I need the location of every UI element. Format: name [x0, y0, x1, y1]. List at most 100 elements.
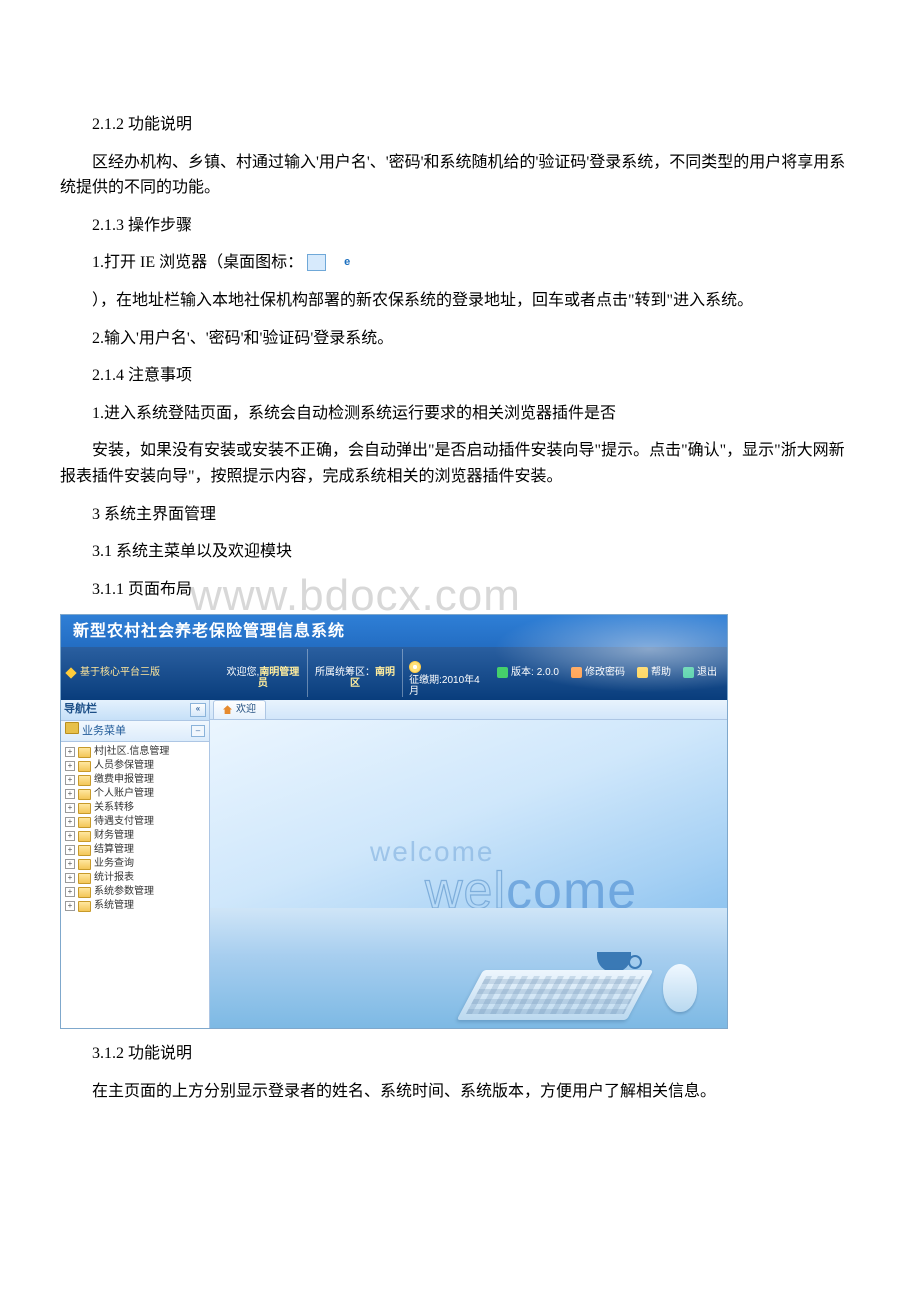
folder-icon: [78, 859, 91, 870]
change-password-button[interactable]: 修改密码: [567, 665, 629, 681]
clock-icon: [409, 661, 421, 673]
section-214-line2: 安装，如果没有安装或安装不正确，会自动弹出"是否启动插件安装向导"提示。点击"确…: [60, 438, 860, 489]
desk-graphic: [210, 908, 727, 1028]
welcome-user: 欢迎您,南明管理员: [221, 656, 305, 689]
expand-icon[interactable]: +: [65, 761, 75, 771]
folder-icon: [78, 873, 91, 884]
tree-item[interactable]: + 个人账户管理: [63, 787, 207, 801]
keyboard-graphic: [457, 970, 654, 1020]
tree-item[interactable]: + 村|社区.信息管理: [63, 745, 207, 759]
help-button[interactable]: 帮助: [633, 665, 675, 681]
tree-item[interactable]: + 系统管理: [63, 899, 207, 913]
folder-icon: [78, 747, 91, 758]
app-title: 新型农村社会养老保险管理信息系统: [61, 615, 727, 647]
expand-icon[interactable]: +: [65, 859, 75, 869]
home-icon: [223, 705, 232, 714]
nav-title: 导航栏: [64, 701, 97, 719]
region-label: 所属统筹区：: [315, 667, 375, 678]
folder-icon: [78, 887, 91, 898]
app-header: 新型农村社会养老保险管理信息系统 基于核心平台三版 欢迎您,南明管理员 所属统筹…: [61, 615, 727, 700]
section-212-title: 2.1.2 功能说明: [60, 112, 860, 138]
section-312-title: 3.1.2 功能说明: [60, 1041, 860, 1067]
folder-icon: [78, 901, 91, 912]
section-312-body: 在主页面的上方分别显示登录者的姓名、系统时间、系统版本，方便用户了解相关信息。: [60, 1079, 860, 1105]
tree-item[interactable]: + 系统参数管理: [63, 885, 207, 899]
folder-icon: [78, 817, 91, 828]
app-body: 导航栏 « 业务菜单 – +村|社区.信息管理+人员参保管理+缴费申报管理+个人…: [61, 700, 727, 1028]
password-icon: [571, 667, 582, 678]
version-value: 2.0.0: [537, 665, 559, 681]
period-label: 征缴期:: [409, 675, 442, 686]
tree-item[interactable]: + 待遇支付管理: [63, 815, 207, 829]
expand-icon[interactable]: +: [65, 789, 75, 799]
subtitle-text: 基于核心平台三版: [80, 665, 160, 681]
section-311-title: 3.1.1 页面布局: [60, 577, 860, 603]
minimize-menu-button[interactable]: –: [191, 725, 205, 737]
expand-icon[interactable]: +: [65, 817, 75, 827]
marker-icon: [65, 667, 76, 678]
sidebar-header: 导航栏 «: [61, 700, 209, 721]
tree-item-label: 统计报表: [94, 871, 134, 885]
tab-welcome-label: 欢迎: [236, 702, 256, 718]
tree-item[interactable]: + 业务查询: [63, 857, 207, 871]
section-3-title: 3 系统主界面管理: [60, 502, 860, 528]
cup-graphic: [597, 952, 631, 972]
expand-icon[interactable]: +: [65, 887, 75, 897]
section-212-body: 区经办机构、乡镇、村通过输入'用户名'、'密码'和系统随机给的'验证码'登录系统…: [60, 150, 860, 201]
tree-item[interactable]: + 人员参保管理: [63, 759, 207, 773]
sidebar: 导航栏 « 业务菜单 – +村|社区.信息管理+人员参保管理+缴费申报管理+个人…: [61, 700, 210, 1028]
version-indicator: 版本:2.0.0: [493, 665, 563, 681]
expand-icon[interactable]: +: [65, 873, 75, 883]
tree-item-label: 系统管理: [94, 899, 134, 913]
welcome-prefix: 欢迎您,: [227, 667, 260, 678]
section-213-title: 2.1.3 操作步骤: [60, 213, 860, 239]
folder-icon: [78, 761, 91, 772]
mouse-graphic: [663, 964, 697, 1012]
toolbar: 版本:2.0.0 修改密码 帮助 退出: [493, 665, 721, 681]
exit-button[interactable]: 退出: [679, 665, 721, 681]
section-214-title: 2.1.4 注意事项: [60, 363, 860, 389]
main-area: 欢迎 welcome welcome welcome: [210, 700, 727, 1028]
expand-icon[interactable]: +: [65, 901, 75, 911]
tree-item[interactable]: +缴费申报管理: [63, 773, 207, 787]
version-label: 版本:: [511, 665, 534, 681]
tree-item[interactable]: +结算管理: [63, 843, 207, 857]
exit-icon: [683, 667, 694, 678]
tab-bar: 欢迎: [210, 700, 727, 720]
help-icon: [637, 667, 648, 678]
tree-item-label: 个人账户管理: [94, 787, 154, 801]
tree-item-label: 业务查询: [94, 857, 134, 871]
tree-item-label: 村|社区.信息管理: [94, 745, 169, 759]
folder-icon: [78, 775, 91, 786]
expand-icon[interactable]: +: [65, 775, 75, 785]
tree-item[interactable]: + 财务管理: [63, 829, 207, 843]
tree-item-label: 系统参数管理: [94, 885, 154, 899]
app-subtitle: 基于核心平台三版: [67, 665, 215, 681]
welcome-username: 南明管理员: [258, 667, 299, 689]
tree-item-label: 人员参保管理: [94, 759, 154, 773]
menu-title: 业务菜单: [82, 725, 126, 737]
expand-icon[interactable]: +: [65, 845, 75, 855]
collapse-sidebar-button[interactable]: «: [190, 703, 206, 717]
folder-icon: [78, 789, 91, 800]
version-icon: [497, 667, 508, 678]
tree-item-label: 财务管理: [94, 829, 134, 843]
pwd-label: 修改密码: [585, 665, 625, 681]
expand-icon[interactable]: +: [65, 803, 75, 813]
folder-icon: [78, 845, 91, 856]
tree-item[interactable]: +关系转移: [63, 801, 207, 815]
section-213-step2: 2.输入'用户名'、'密码'和'验证码'登录系统。: [60, 326, 860, 352]
expand-icon[interactable]: +: [65, 831, 75, 841]
sidebar-menu-header[interactable]: 业务菜单 –: [61, 721, 209, 743]
section-31-title: 3.1 系统主菜单以及欢迎模块: [60, 539, 860, 565]
app-window: 新型农村社会养老保险管理信息系统 基于核心平台三版 欢迎您,南明管理员 所属统筹…: [60, 614, 728, 1029]
tree-item[interactable]: + 统计报表: [63, 871, 207, 885]
period-cell: 征缴期:2010年4月: [405, 649, 487, 697]
region-cell: 所属统筹区：南明区: [310, 656, 400, 689]
expand-icon[interactable]: +: [65, 747, 75, 757]
tab-welcome[interactable]: 欢迎: [213, 700, 266, 719]
divider: [307, 649, 308, 697]
section-213-step1b: ），在地址栏输入本地社保机构部署的新农保系统的登录地址，回车或者点击"转到"进入…: [60, 288, 860, 314]
help-label: 帮助: [651, 665, 671, 681]
tree-item-label: 待遇支付管理: [94, 815, 154, 829]
